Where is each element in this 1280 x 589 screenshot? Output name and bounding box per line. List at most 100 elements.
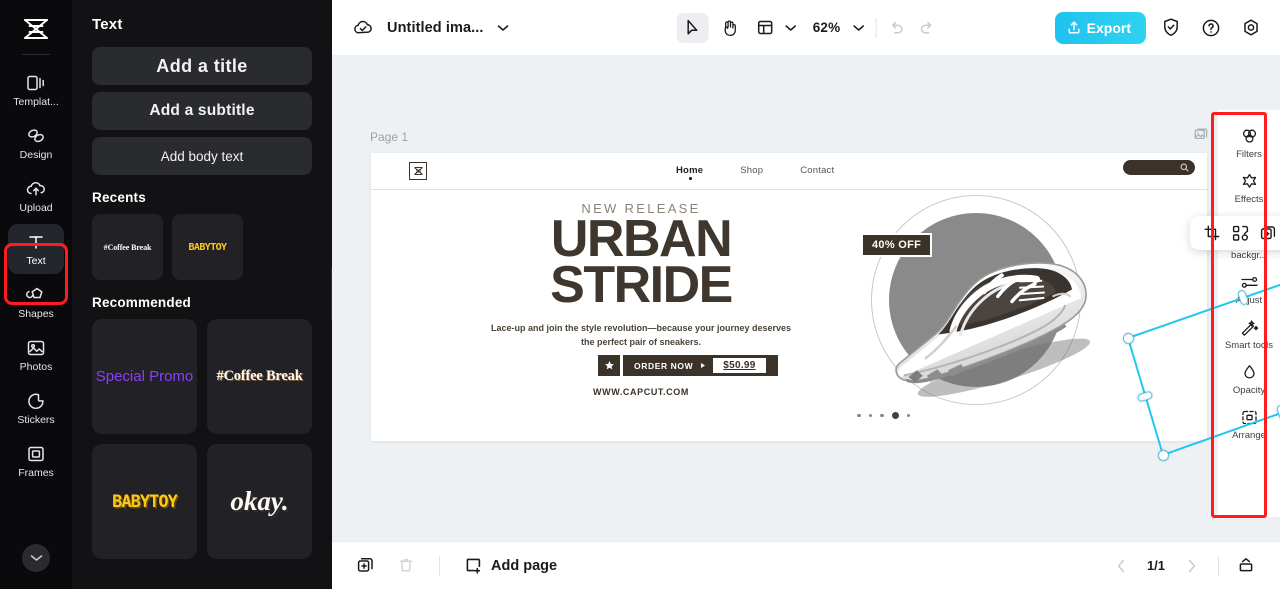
add-subtitle-button[interactable]: Add a subtitle — [92, 92, 312, 130]
chevron-down-icon — [30, 554, 43, 562]
next-page-button[interactable] — [1177, 552, 1205, 580]
carousel-dot-active[interactable] — [891, 412, 899, 419]
document-title[interactable]: Untitled ima... — [387, 20, 484, 36]
add-body-text-button[interactable]: Add body text — [92, 137, 312, 175]
prev-page-button[interactable] — [1107, 552, 1135, 580]
sidebar-item-design[interactable]: Design — [8, 118, 64, 168]
sidebar-item-text[interactable]: Text — [8, 224, 64, 274]
recommended-style-card[interactable]: #Coffee Break — [207, 319, 312, 434]
recommended-style-card[interactable]: BABYTOY — [92, 444, 197, 559]
delete-page-button[interactable] — [392, 552, 420, 580]
sidebar-item-upload[interactable]: Upload — [8, 171, 64, 221]
recommended-style-card[interactable]: Special Promo — [92, 319, 197, 434]
undo-icon[interactable] — [887, 20, 905, 36]
export-button-label: Export — [1086, 19, 1131, 36]
panel-title: Text — [92, 16, 123, 33]
crop-icon — [1204, 225, 1221, 242]
add-title-button[interactable]: Add a title — [92, 47, 312, 85]
recommended-heading: Recommended — [92, 295, 191, 310]
page-navigation: 1/1 — [1107, 552, 1260, 580]
tool-opacity[interactable]: Opacity — [1222, 356, 1276, 401]
carousel-dot[interactable] — [880, 413, 884, 418]
help-question-icon[interactable] — [1196, 13, 1226, 43]
tool-filters[interactable]: Filters — [1222, 120, 1276, 165]
duplicate-button[interactable] — [1255, 220, 1280, 246]
main-area: Untitled ima... 62% Export Page 1 Home S… — [332, 0, 1280, 589]
duplicate-page-button[interactable] — [352, 552, 380, 580]
export-button[interactable]: Export — [1054, 11, 1146, 44]
shield-check-icon[interactable] — [1156, 13, 1186, 43]
crop-button[interactable] — [1199, 220, 1225, 246]
tool-adjust[interactable]: Adjust — [1222, 266, 1276, 311]
design-search-bar[interactable] — [1123, 160, 1195, 175]
recommended-style-card[interactable]: okay. — [207, 444, 312, 559]
tool-smart-tools[interactable]: Smart tools — [1222, 311, 1276, 356]
sidebar-item-templates[interactable]: Templat... — [8, 65, 64, 115]
tool-arrange[interactable]: Arrange — [1222, 401, 1276, 446]
add-page-icon — [465, 557, 483, 575]
rail-expand-button[interactable] — [22, 544, 50, 572]
star-icon — [598, 355, 620, 376]
sidebar-item-label: Shapes — [18, 308, 54, 320]
tool-label: Effects — [1234, 194, 1264, 205]
design-nav-shop[interactable]: Shop — [740, 165, 763, 176]
tool-effects[interactable]: Effects — [1222, 165, 1276, 210]
sidebar-item-frames[interactable]: Frames — [8, 436, 64, 486]
design-nav-home[interactable]: Home — [676, 165, 703, 176]
left-navigation-rail: Templat... Design Upload Text Shapes Pho… — [0, 0, 72, 589]
design-canvas[interactable]: Home Shop Contact NEW RELEASE URBAN STRI… — [371, 153, 1207, 441]
opacity-drop-icon — [1240, 362, 1259, 382]
pages-panel-button[interactable] — [1232, 552, 1260, 580]
selection-handle-bottom-left[interactable] — [1158, 450, 1169, 461]
recent-text-style-card[interactable]: #Coffee Break — [92, 214, 163, 280]
sidebar-item-label: Frames — [18, 467, 54, 479]
design-price: $50.99 — [713, 358, 766, 373]
chevron-down-icon[interactable] — [852, 24, 864, 32]
recents-heading: Recents — [92, 190, 146, 205]
sidebar-item-photos[interactable]: Photos — [8, 330, 64, 380]
replace-button[interactable] — [1227, 220, 1253, 246]
cloud-saved-icon[interactable] — [352, 19, 374, 37]
chevron-down-icon[interactable] — [497, 24, 509, 32]
page-indicator: 1/1 — [1146, 558, 1166, 573]
topbar-actions: Export — [1054, 11, 1266, 44]
add-page-button[interactable]: Add page — [465, 557, 557, 575]
design-headline-line2: STRIDE — [550, 256, 733, 314]
canvas-work-area[interactable]: Page 1 Home Shop Contact NEW RELEASE URB… — [332, 55, 1280, 541]
sidebar-item-stickers[interactable]: Stickers — [8, 383, 64, 433]
zoom-level-value[interactable]: 62% — [813, 20, 841, 35]
tool-label: Adjust — [1235, 295, 1263, 306]
play-arrow-icon — [700, 362, 706, 369]
element-floating-toolbar — [1190, 216, 1280, 250]
design-order-now-button[interactable]: ORDER NOW $50.99 — [623, 355, 778, 376]
smart-tools-wand-icon — [1240, 317, 1259, 337]
recent-text-style-card[interactable]: BABYTOY — [172, 214, 243, 280]
design-nav-links: Home Shop Contact — [676, 165, 834, 176]
selection-handle-top-left[interactable] — [1123, 333, 1134, 344]
sidebar-item-shapes[interactable]: Shapes — [8, 277, 64, 327]
text-t-icon — [26, 232, 46, 253]
bottombar-divider — [439, 555, 440, 576]
redo-icon[interactable] — [917, 20, 935, 36]
carousel-dot[interactable] — [906, 413, 910, 418]
carousel-dot[interactable] — [857, 413, 861, 418]
layout-tool-button[interactable] — [749, 13, 781, 43]
sidebar-item-label: Text — [26, 255, 46, 267]
tool-label: Filters — [1236, 149, 1262, 160]
duplicate-page-icon[interactable] — [1194, 127, 1210, 142]
sidebar-item-label: Templat... — [13, 96, 59, 108]
carousel-dot[interactable] — [868, 413, 872, 418]
design-cta-group[interactable]: ORDER NOW $50.99 — [598, 355, 778, 376]
capcut-logo-icon[interactable] — [19, 14, 53, 44]
design-nav-contact[interactable]: Contact — [800, 165, 834, 176]
select-tool-button[interactable] — [676, 12, 709, 43]
chevron-down-icon[interactable] — [785, 24, 797, 32]
gear-icon[interactable] — [1236, 13, 1266, 43]
hand-tool-button[interactable] — [713, 13, 745, 43]
sidebar-item-label: Stickers — [17, 414, 55, 426]
shapes-icon — [25, 285, 47, 306]
recent-card-label: BABYTOY — [188, 241, 228, 253]
design-carousel-dots[interactable] — [857, 412, 910, 419]
stickers-icon — [26, 391, 46, 412]
panel-collapse-handle[interactable] — [331, 268, 332, 320]
